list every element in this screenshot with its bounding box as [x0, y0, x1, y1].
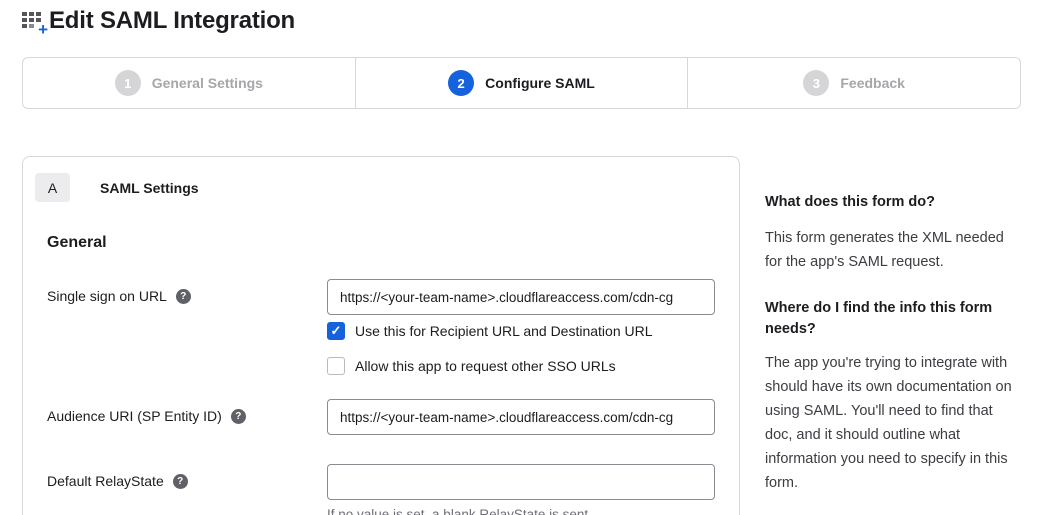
help-sidebar: What does this form do? This form genera…	[765, 156, 1018, 495]
sidebar-question-1: What does this form do?	[765, 192, 1018, 213]
recipient-url-checkbox[interactable]: ✓	[327, 322, 345, 340]
field-single-sign-on-url: Single sign on URL ?	[47, 279, 715, 315]
section-title: SAML Settings	[100, 180, 199, 196]
page-header: + Edit SAML Integration	[22, 6, 1021, 36]
add-app-grid-icon: +	[22, 10, 44, 32]
audience-uri-label: Audience URI (SP Entity ID)	[47, 408, 222, 424]
step-feedback[interactable]: 3 Feedback	[687, 58, 1020, 108]
section-badge-a: A	[35, 173, 70, 202]
field-control	[327, 279, 715, 315]
other-sso-urls-checkbox[interactable]	[327, 357, 345, 375]
step-2-number: 2	[448, 70, 474, 96]
general-group-title: General	[47, 234, 715, 252]
wizard-stepper: 1 General Settings 2 Configure SAML 3 Fe…	[22, 57, 1021, 109]
main-content: A SAML Settings General Single sign on U…	[22, 156, 1021, 515]
field-control: If no value is set, a blank RelayState i…	[327, 464, 715, 515]
field-label: Single sign on URL ?	[47, 279, 327, 315]
sidebar-question-2: Where do I find the info this form needs…	[765, 298, 1018, 340]
step-3-label: Feedback	[840, 75, 905, 91]
sso-url-label: Single sign on URL	[47, 288, 167, 304]
step-1-number: 1	[115, 70, 141, 96]
other-sso-urls-checkbox-row: Allow this app to request other SSO URLs	[327, 357, 715, 375]
other-sso-urls-checkbox-label[interactable]: Allow this app to request other SSO URLs	[355, 358, 616, 374]
step-configure-saml[interactable]: 2 Configure SAML	[355, 58, 688, 108]
sidebar-answer-1: This form generates the XML needed for t…	[765, 226, 1018, 274]
field-control	[327, 399, 715, 435]
field-default-relaystate: Default RelayState ? If no value is set,…	[47, 464, 715, 515]
step-general-settings[interactable]: 1 General Settings	[23, 58, 355, 108]
help-icon[interactable]: ?	[173, 474, 188, 489]
step-2-label: Configure SAML	[485, 75, 595, 91]
field-label: Audience URI (SP Entity ID) ?	[47, 399, 327, 435]
page-title: Edit SAML Integration	[49, 6, 295, 36]
step-3-number: 3	[803, 70, 829, 96]
help-icon[interactable]: ?	[176, 289, 191, 304]
section-header: A SAML Settings	[35, 173, 715, 202]
relaystate-helper-text: If no value is set, a blank RelayState i…	[327, 507, 715, 515]
field-label: Default RelayState ?	[47, 464, 327, 515]
recipient-url-checkbox-row: ✓ Use this for Recipient URL and Destina…	[327, 322, 715, 340]
audience-uri-input[interactable]	[327, 399, 715, 435]
page: + Edit SAML Integration 1 General Settin…	[0, 0, 1063, 515]
saml-settings-panel: A SAML Settings General Single sign on U…	[22, 156, 740, 515]
plus-icon: +	[38, 21, 48, 38]
sso-url-input[interactable]	[327, 279, 715, 315]
recipient-url-checkbox-label[interactable]: Use this for Recipient URL and Destinati…	[355, 323, 653, 339]
sidebar-answer-2: The app you're trying to integrate with …	[765, 351, 1018, 495]
relaystate-input[interactable]	[327, 464, 715, 500]
relaystate-label: Default RelayState	[47, 473, 164, 489]
help-icon[interactable]: ?	[231, 409, 246, 424]
field-audience-uri: Audience URI (SP Entity ID) ?	[47, 399, 715, 435]
step-1-label: General Settings	[152, 75, 263, 91]
